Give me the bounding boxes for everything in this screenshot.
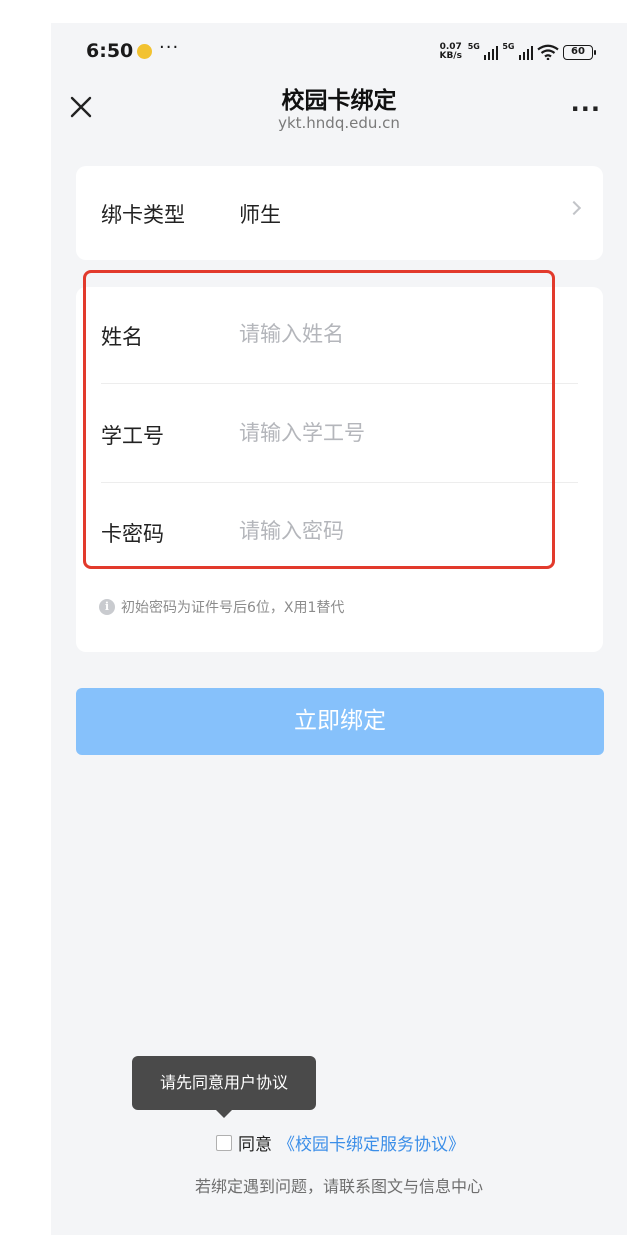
tooltip-arrow	[215, 1109, 233, 1118]
phone-screen: 6:50 ··· 0.07 KB/s 5G 5G 60 校园卡绑定 ykt.hn…	[51, 23, 627, 1235]
agreement-checkbox[interactable]	[216, 1134, 232, 1151]
card-password-input[interactable]	[239, 513, 569, 549]
bind-now-button[interactable]: 立即绑定	[76, 688, 604, 755]
wifi-icon	[537, 44, 559, 60]
chevron-right-icon	[566, 200, 582, 216]
signal-icon	[518, 44, 533, 60]
status-more-dots: ···	[159, 37, 180, 58]
network-type-1: 5G	[467, 42, 480, 51]
binding-form: 姓名 学工号 卡密码 i 初始密码为证件号后6位，X用1替代	[76, 287, 603, 652]
network-type-2: 5G	[502, 42, 515, 51]
signal-icon	[483, 44, 499, 60]
network-speed: 0.07 KB/s	[438, 43, 464, 61]
student-id-input[interactable]	[239, 415, 569, 451]
nav-bar: 校园卡绑定 ykt.hndq.edu.cn ···	[51, 79, 627, 143]
divider	[101, 383, 578, 384]
network-speed-unit: KB/s	[439, 51, 462, 61]
app-notification-icon	[137, 44, 152, 59]
card-password-label: 卡密码	[101, 522, 164, 546]
bind-type-selector[interactable]: 绑卡类型 师生	[76, 166, 603, 260]
status-indicators: 0.07 KB/s 5G 5G 60	[438, 42, 596, 62]
status-time: 6:50	[86, 40, 134, 62]
password-hint: i 初始密码为证件号后6位，X用1替代	[99, 597, 344, 617]
password-hint-text: 初始密码为证件号后6位，X用1替代	[121, 600, 345, 616]
more-options-button[interactable]: ···	[571, 95, 601, 123]
page-title: 校园卡绑定	[281, 88, 397, 114]
info-icon: i	[99, 599, 115, 615]
student-id-label: 学工号	[101, 424, 164, 448]
agreement-link[interactable]: 《校园卡绑定服务协议》	[278, 1130, 465, 1155]
agreement-tooltip: 请先同意用户协议	[132, 1056, 316, 1110]
bind-type-value: 师生	[239, 203, 281, 227]
status-bar: 6:50 ··· 0.07 KB/s 5G 5G 60	[51, 23, 627, 79]
agreement-text: 同意	[238, 1135, 272, 1155]
name-input[interactable]	[239, 316, 569, 352]
bind-type-label: 绑卡类型	[101, 203, 185, 227]
name-label: 姓名	[101, 325, 143, 349]
help-text: 若绑定遇到问题，请联系图文与信息中心	[194, 1177, 483, 1196]
agreement-row: 同意 《校园卡绑定服务协议》	[216, 1130, 465, 1155]
battery-icon: 60	[563, 44, 596, 60]
divider	[101, 482, 578, 483]
page-url: ykt.hndq.edu.cn	[278, 114, 400, 132]
